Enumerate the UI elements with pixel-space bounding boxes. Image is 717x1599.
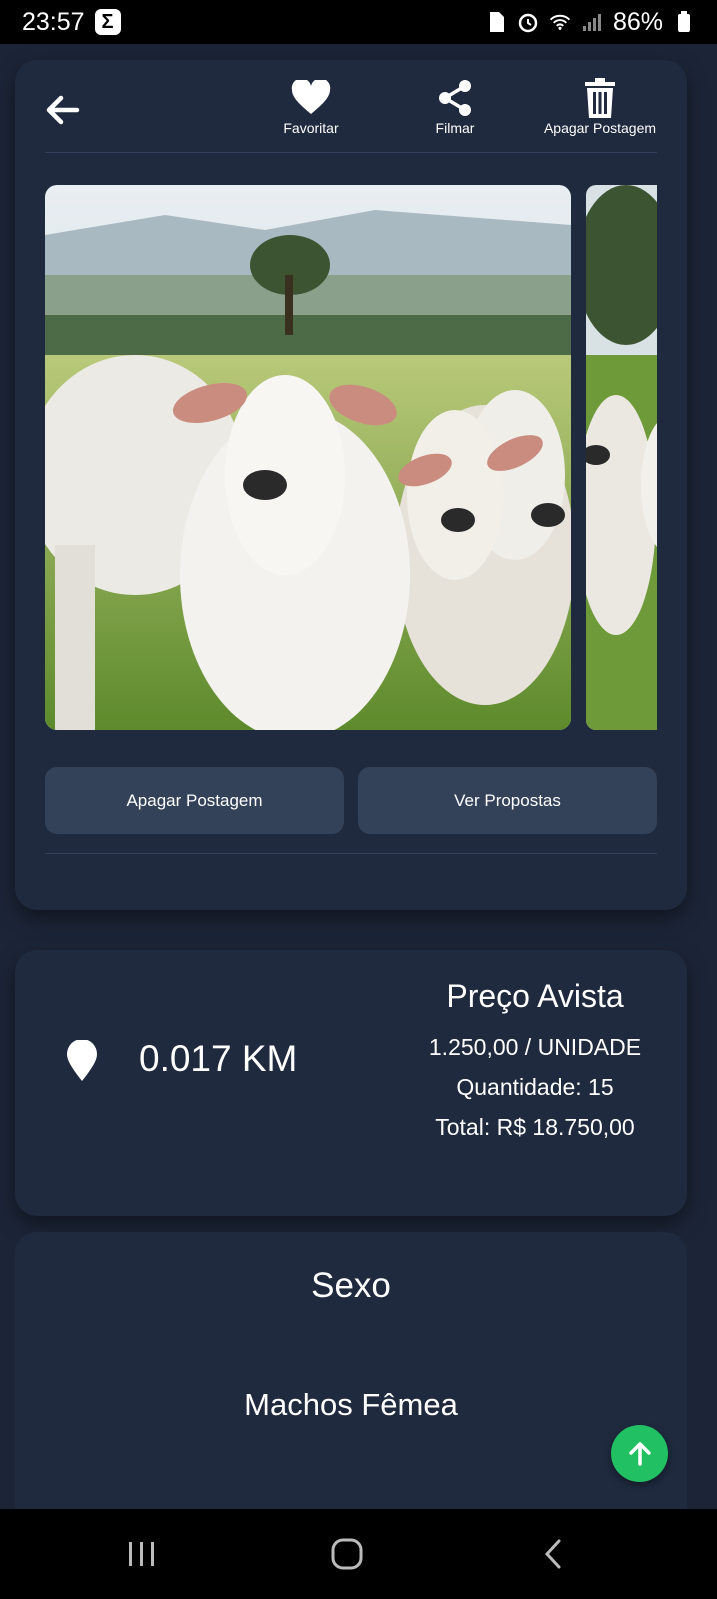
toolbar: Favoritar Filmar Apagar Postagem bbox=[15, 60, 687, 155]
battery-level: 86% bbox=[612, 7, 663, 36]
wifi-icon bbox=[549, 11, 571, 33]
share-icon bbox=[433, 78, 477, 118]
location-pin-icon bbox=[65, 1039, 99, 1082]
view-proposals-button[interactable]: Ver Propostas bbox=[358, 767, 657, 834]
price-title: Preço Avista bbox=[446, 978, 624, 1014]
nav-back-button[interactable] bbox=[523, 1529, 583, 1579]
cattle-photo-image bbox=[586, 185, 657, 730]
sex-card: Sexo Machos Fêmea bbox=[15, 1232, 687, 1522]
trash-icon bbox=[578, 78, 622, 118]
quantity: Quantidade: 15 bbox=[456, 1074, 614, 1100]
recent-apps-button[interactable] bbox=[112, 1529, 172, 1579]
total-price: Total: R$ 18.750,00 bbox=[435, 1114, 635, 1140]
share-button[interactable]: Filmar bbox=[415, 78, 495, 136]
chevron-left-icon bbox=[544, 1539, 561, 1569]
distance-value: 0.017 KM bbox=[139, 1038, 298, 1079]
signal-icon bbox=[581, 11, 603, 33]
unit-price: 1.250,00 / UNIDADE bbox=[428, 1034, 642, 1060]
arrow-up-icon bbox=[628, 1441, 651, 1466]
gallery-photo-next[interactable] bbox=[586, 185, 657, 730]
sex-title: Sexo bbox=[311, 1266, 391, 1305]
app-badge-icon: Σ bbox=[94, 9, 121, 35]
status-bar: 23:57 Σ 86% bbox=[0, 0, 717, 44]
home-icon bbox=[331, 1538, 363, 1570]
gallery-photo[interactable] bbox=[45, 185, 571, 730]
sex-values: Machos Fêmea bbox=[244, 1387, 458, 1422]
trash-label: Apagar Postagem bbox=[543, 120, 657, 136]
recent-apps-icon bbox=[129, 1542, 154, 1566]
scroll-top-button[interactable] bbox=[611, 1425, 668, 1482]
listing-info-card: 0.017 KM Preço Avista 1.250,00 / UNIDADE… bbox=[15, 950, 687, 1216]
share-label: Filmar bbox=[435, 120, 475, 136]
delete-post-button[interactable]: Apagar Postagem bbox=[45, 767, 344, 834]
divider bbox=[45, 853, 657, 854]
status-time: 23:57 bbox=[22, 7, 85, 36]
home-button[interactable] bbox=[317, 1529, 377, 1579]
alarm-icon bbox=[517, 11, 539, 33]
favorite-label: Favoritar bbox=[283, 120, 339, 136]
divider bbox=[45, 152, 657, 153]
trash-button[interactable]: Apagar Postagem bbox=[535, 78, 665, 136]
heart-icon bbox=[289, 78, 333, 118]
price-block: Preço Avista 1.250,00 / UNIDADE Quantida… bbox=[385, 978, 685, 1147]
sim-icon bbox=[485, 11, 507, 33]
favorite-button[interactable]: Favoritar bbox=[271, 78, 351, 136]
cattle-photo-image bbox=[45, 185, 571, 730]
photo-gallery[interactable] bbox=[45, 185, 657, 730]
battery-icon bbox=[673, 11, 695, 33]
post-card: Favoritar Filmar Apagar Postagem Apagar … bbox=[15, 60, 687, 910]
back-button[interactable] bbox=[43, 90, 83, 130]
system-nav-bar bbox=[0, 1509, 717, 1599]
arrow-left-icon bbox=[46, 95, 80, 125]
